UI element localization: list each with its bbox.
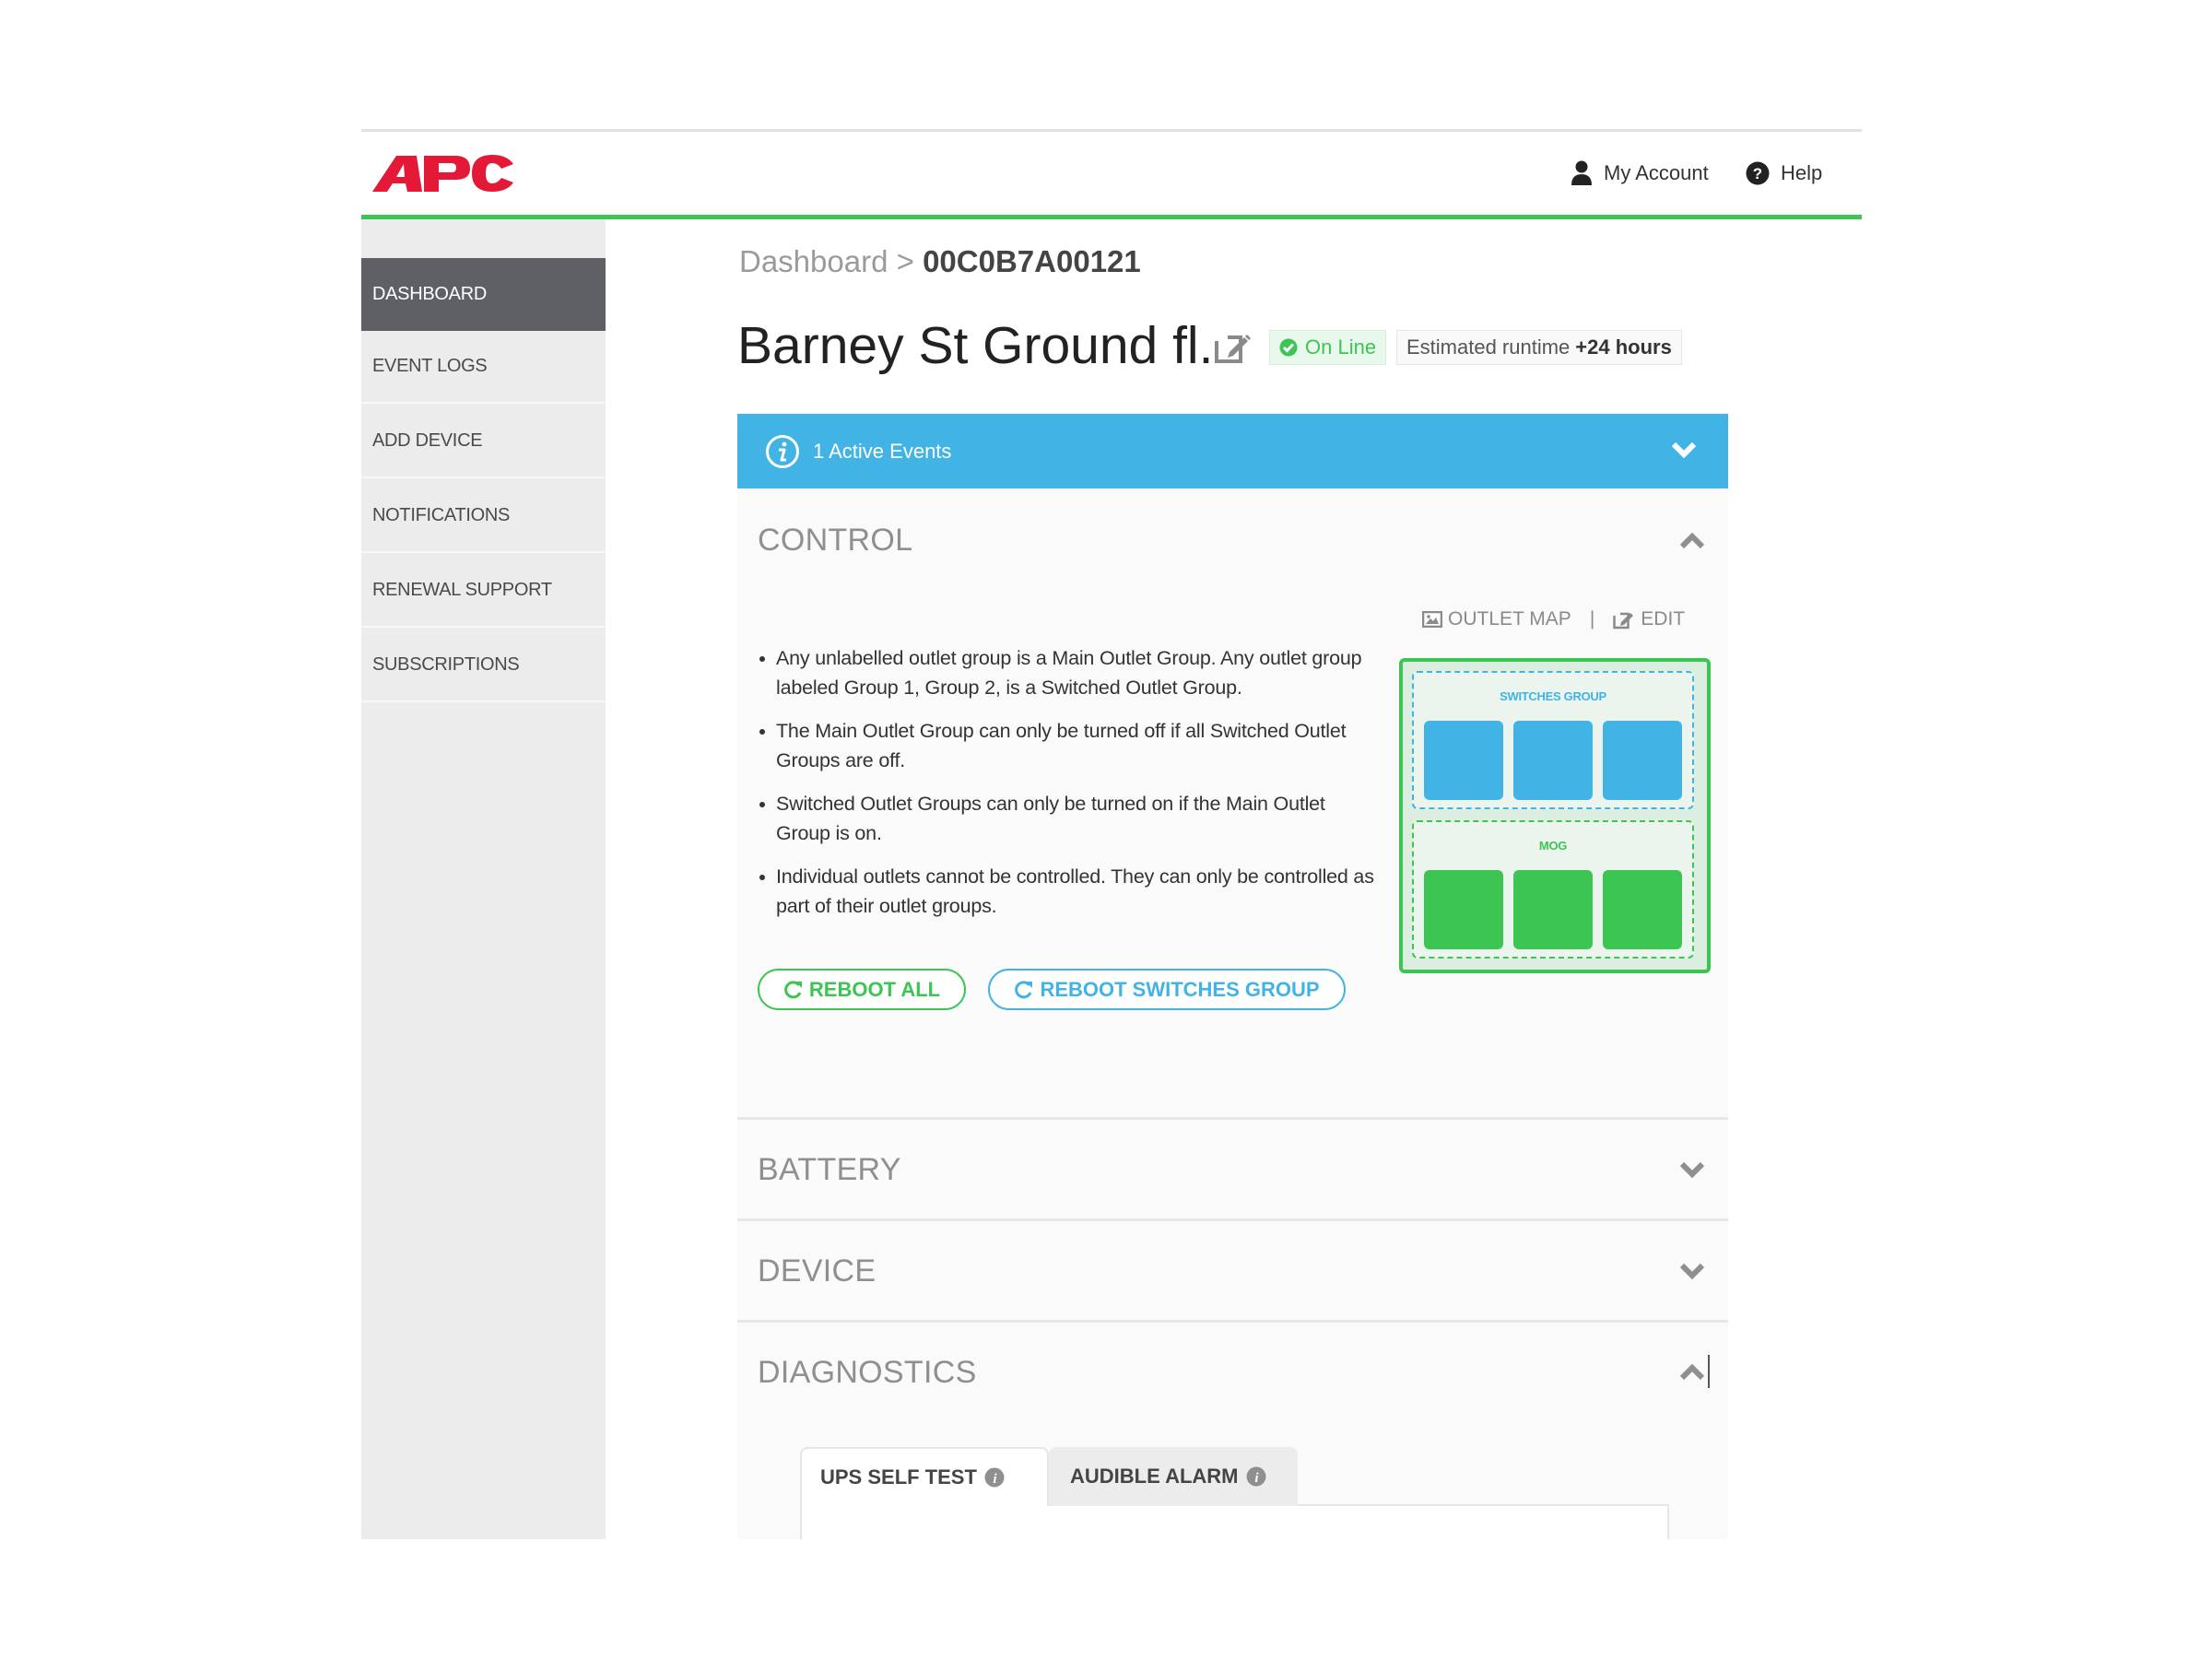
section-divider (737, 1218, 1728, 1221)
edit-icon (1613, 612, 1634, 629)
list-item: Any unlabelled outlet group is a Main Ou… (758, 643, 1384, 702)
sidebar-item-subscriptions[interactable]: SUBSCRIPTIONS (361, 629, 606, 702)
page-bottom-whitespace (0, 1539, 2212, 1659)
breadcrumb: Dashboard > 00C0B7A00121 (739, 244, 1141, 279)
reboot-all-button[interactable]: REBOOT ALL (758, 969, 966, 1010)
info-icon[interactable]: i (984, 1467, 1005, 1488)
sidebar-item-label: NOTIFICATIONS (372, 505, 511, 525)
check-circle-icon (1279, 338, 1298, 357)
outlet-map-link[interactable]: OUTLET MAP (1422, 608, 1571, 630)
my-account-link[interactable]: My Account (1571, 157, 1709, 190)
edit-label: EDIT (1641, 608, 1686, 629)
sidebar-item-dashboard[interactable]: DASHBOARD (361, 258, 606, 331)
chevron-up-icon[interactable] (1679, 531, 1705, 551)
chevron-down-icon[interactable] (1679, 1261, 1705, 1281)
edit-outlets-link[interactable]: EDIT (1613, 608, 1685, 630)
help-link[interactable]: ? Help (1746, 157, 1822, 190)
device-section-header[interactable]: DEVICE (758, 1253, 876, 1289)
list-item: Switched Outlet Groups can only be turne… (758, 789, 1384, 848)
main-group-label: MOG (1538, 839, 1568, 853)
section-divider (737, 1117, 1728, 1120)
outlet-map-label: OUTLET MAP (1448, 608, 1571, 629)
sidebar-item-label: SUBSCRIPTIONS (372, 654, 520, 675)
list-item: Individual outlets cannot be controlled.… (758, 862, 1384, 921)
question-circle-icon: ? (1746, 161, 1770, 185)
switched-outlet-group[interactable]: SWITCHES GROUP (1412, 671, 1694, 809)
breadcrumb-current: 00C0B7A00121 (923, 244, 1141, 278)
reboot-all-label: REBOOT ALL (808, 977, 941, 1001)
tab-audible-alarm[interactable]: AUDIBLE ALARM i (1049, 1447, 1298, 1506)
switched-outlet[interactable] (1603, 721, 1682, 800)
edit-name-icon[interactable] (1213, 328, 1252, 367)
user-icon (1571, 160, 1592, 185)
outlet-map-diagram: SWITCHES GROUP MOG (1399, 658, 1711, 973)
image-icon (1422, 611, 1442, 628)
switched-outlet[interactable] (1424, 721, 1503, 800)
breadcrumb-root[interactable]: Dashboard (739, 244, 888, 278)
switched-outlet[interactable] (1513, 721, 1593, 800)
svg-text:?: ? (1753, 165, 1762, 182)
sidebar-item-event-logs[interactable]: EVENT LOGS (361, 331, 606, 404)
main-outlet-group[interactable]: MOG (1412, 820, 1694, 959)
status-text: On Line (1305, 335, 1377, 359)
main-outlet[interactable] (1424, 870, 1503, 949)
reboot-switches-group-button[interactable]: REBOOT SWITCHES GROUP (988, 969, 1346, 1010)
diagnostics-section-header[interactable]: DIAGNOSTICS (758, 1355, 977, 1391)
sidebar-item-label: EVENT LOGS (372, 356, 488, 376)
sidebar-item-notifications[interactable]: NOTIFICATIONS (361, 480, 606, 553)
section-divider (737, 1320, 1728, 1323)
info-icon[interactable]: i (1246, 1466, 1266, 1487)
online-status-badge: On Line (1269, 330, 1387, 365)
help-label: Help (1781, 161, 1823, 184)
diagnostics-tab-panel (800, 1504, 1669, 1541)
info-circle-icon (766, 434, 799, 468)
runtime-label: Estimated runtime (1406, 335, 1571, 359)
runtime-value: +24 hours (1575, 335, 1672, 359)
active-events-label: 1 Active Events (813, 439, 952, 463)
sidebar-item-add-device[interactable]: ADD DEVICE (361, 406, 606, 478)
runtime-badge: Estimated runtime +24 hours (1396, 330, 1682, 365)
sidebar-item-label: ADD DEVICE (372, 430, 483, 451)
main-outlet[interactable] (1603, 870, 1682, 949)
sidebar-item-label: DASHBOARD (372, 284, 487, 304)
sidebar: DASHBOARD EVENT LOGS ADD DEVICE NOTIFICA… (361, 219, 606, 1539)
chevron-down-icon[interactable] (1679, 1159, 1705, 1180)
switched-group-label: SWITCHES GROUP (1500, 689, 1606, 703)
tab-ups-self-test[interactable]: UPS SELF TEST i (800, 1447, 1049, 1506)
battery-section-header[interactable]: BATTERY (758, 1152, 901, 1188)
control-section-header[interactable]: CONTROL (758, 523, 912, 559)
breadcrumb-separator: > (896, 244, 914, 278)
tab-label: AUDIBLE ALARM (1070, 1465, 1239, 1488)
my-account-label: My Account (1604, 161, 1709, 184)
refresh-icon (784, 980, 802, 998)
device-name-title: Barney St Ground fl. (737, 316, 1214, 375)
link-separator: | (1589, 608, 1595, 629)
text-cursor (1708, 1355, 1710, 1388)
tab-label: UPS SELF TEST (820, 1465, 977, 1488)
outlet-map-links: OUTLET MAP | EDIT (1422, 608, 1685, 630)
chevron-down-icon[interactable] (1671, 440, 1697, 460)
apc-logo[interactable]: APC (371, 150, 518, 196)
active-events-bar[interactable]: 1 Active Events (737, 414, 1728, 488)
main-outlet[interactable] (1513, 870, 1593, 949)
reboot-switches-label: REBOOT SWITCHES GROUP (1040, 977, 1320, 1001)
control-info-list: Any unlabelled outlet group is a Main Ou… (758, 643, 1384, 935)
sidebar-item-label: RENEWAL SUPPORT (372, 580, 552, 600)
list-item: The Main Outlet Group can only be turned… (758, 716, 1384, 775)
refresh-icon (1015, 980, 1033, 998)
sidebar-item-renewal-support[interactable]: RENEWAL SUPPORT (361, 555, 606, 628)
chevron-up-icon[interactable] (1679, 1362, 1705, 1382)
